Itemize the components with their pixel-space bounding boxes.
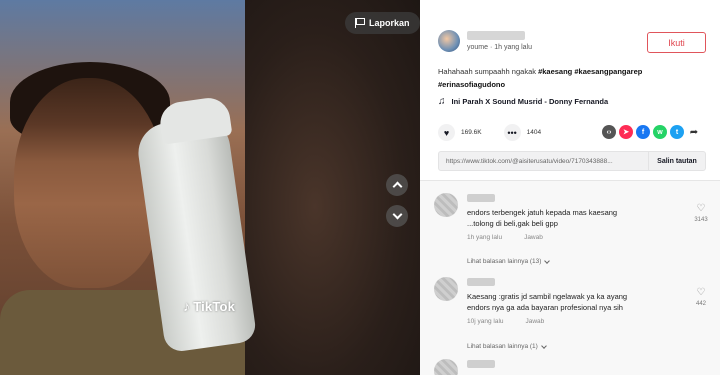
heart-icon: ♥ — [443, 127, 450, 138]
chevron-down-icon — [544, 257, 551, 264]
embed-button[interactable]: ‹› — [602, 125, 616, 139]
chevron-up-icon — [392, 181, 402, 192]
comment-text: endors terbengek jatuh kepada mas kaesan… — [467, 207, 667, 229]
comment-like-button[interactable]: ♡ 3143 — [690, 203, 712, 223]
comment-icon: ••• — [507, 127, 517, 138]
like-count: 169.6K — [461, 129, 482, 136]
video-caption: Hahahaah sumpaahh ngakak #kaesang #kaesa… — [438, 65, 708, 91]
hashtag-link[interactable]: #erinasofiagudono — [438, 80, 505, 89]
author-username-redacted[interactable] — [467, 31, 525, 40]
hashtag-link[interactable]: #kaesang — [538, 67, 572, 76]
music-link[interactable]: ♫ Ini Parah X Sound Musrid - Donny Ferna… — [438, 96, 608, 107]
video-link-box: https://www.tiktok.com/@aisiterusatu/vid… — [438, 151, 706, 171]
twitter-icon: t — [675, 128, 679, 136]
facebook-share-button[interactable]: f — [636, 125, 650, 139]
whatsapp-share-button[interactable]: w — [653, 125, 667, 139]
reply-button[interactable]: Jawab — [526, 318, 545, 325]
embed-icon: ‹› — [606, 128, 612, 136]
music-title: Ini Parah X Sound Musrid - Donny Fernand… — [451, 97, 609, 106]
twitter-share-button[interactable]: t — [670, 125, 684, 139]
comment-line: endors terbengek jatuh kepada mas kaesan… — [467, 208, 618, 217]
tiktok-video-page: ♪ TikTok Laporkan youme · 1h yang lalu I… — [0, 0, 720, 375]
author-meta: youme · 1h yang lalu — [467, 44, 532, 51]
send-button[interactable]: ➤ — [619, 125, 633, 139]
follow-button[interactable]: Ikuti — [647, 32, 706, 53]
send-icon: ➤ — [623, 129, 629, 136]
comment-like-button[interactable]: ♡ 442 — [690, 287, 712, 307]
author-header: youme · 1h yang lalu — [438, 30, 532, 52]
whatsapp-icon: w — [657, 128, 663, 136]
more-share-button[interactable]: ➦ — [687, 125, 701, 139]
share-arrow-icon: ➦ — [689, 126, 699, 138]
commenter-avatar-redacted[interactable] — [434, 193, 458, 217]
hashtag-link[interactable]: #kaesangpangarep — [574, 67, 642, 76]
video-player[interactable]: ♪ TikTok Laporkan — [0, 0, 420, 375]
view-replies-button[interactable]: Lihat balasan lainnya (1) — [467, 342, 547, 350]
comment-time: 1h yang lalu — [467, 234, 503, 241]
comments-list[interactable]: endors terbengek jatuh kepada mas kaesan… — [420, 181, 720, 375]
commenter-avatar-redacted[interactable] — [434, 277, 458, 301]
flag-icon — [355, 18, 365, 28]
comment-meta: 10j yang lalu Jawab — [467, 318, 544, 325]
comment-meta: 1h yang lalu Jawab — [467, 234, 543, 241]
report-label: Laporkan — [369, 18, 410, 28]
heart-outline-icon: ♡ — [696, 287, 706, 298]
tiktok-logo-icon: ♪ — [183, 298, 191, 314]
next-video-button[interactable] — [386, 205, 408, 227]
share-row: ‹› ➤ f w t ➦ — [602, 125, 701, 139]
engagement-stats: ♥ 169.6K ••• 1404 — [438, 124, 563, 141]
comment-like-count: 442 — [695, 301, 706, 307]
tiktok-watermark: ♪ TikTok — [183, 298, 235, 314]
comment-time: 10j yang lalu — [467, 318, 504, 325]
comment-like-count: 3143 — [694, 217, 708, 223]
watermark-text: TikTok — [193, 298, 236, 314]
video-info-panel: youme · 1h yang lalu Ikuti Hahahaah sump… — [420, 0, 720, 375]
copy-link-button[interactable]: Salin tautan — [648, 152, 705, 170]
report-button[interactable]: Laporkan — [345, 12, 420, 34]
like-button[interactable]: ♥ — [438, 124, 455, 141]
video-link-text[interactable]: https://www.tiktok.com/@aisiterusatu/vid… — [439, 158, 648, 165]
comment-text: Kaesang :gratis jd sambil ngelawak ya ka… — [467, 291, 667, 313]
chevron-down-icon — [392, 209, 402, 220]
reply-button[interactable]: Jawab — [524, 234, 543, 241]
heart-outline-icon: ♡ — [696, 203, 706, 214]
commenter-avatar-redacted[interactable] — [434, 359, 458, 375]
author-avatar[interactable] — [438, 30, 460, 52]
chevron-down-icon — [540, 342, 547, 349]
music-note-icon: ♫ — [438, 96, 446, 107]
comment-line: Kaesang :gratis jd sambil ngelawak ya ka… — [467, 292, 628, 301]
comment-count: 1404 — [526, 129, 542, 136]
view-replies-label: Lihat balasan lainnya (13) — [467, 258, 542, 265]
comment-line: endors nya ga ada bayaran profesional ny… — [467, 303, 623, 312]
caption-text: Hahahaah sumpaahh ngakak — [438, 67, 539, 76]
view-replies-button[interactable]: Lihat balasan lainnya (13) — [467, 257, 551, 265]
commenter-name-redacted[interactable] — [467, 360, 495, 368]
commenter-name-redacted[interactable] — [467, 278, 495, 286]
facebook-icon: f — [641, 128, 645, 136]
comment-button[interactable]: ••• — [503, 124, 521, 141]
commenter-name-redacted[interactable] — [467, 194, 495, 202]
comment-line: ...tolong di beli,gak beli gpp — [467, 219, 558, 228]
previous-video-button[interactable] — [386, 174, 408, 196]
view-replies-label: Lihat balasan lainnya (1) — [467, 343, 538, 350]
author-info: youme · 1h yang lalu — [467, 31, 532, 51]
